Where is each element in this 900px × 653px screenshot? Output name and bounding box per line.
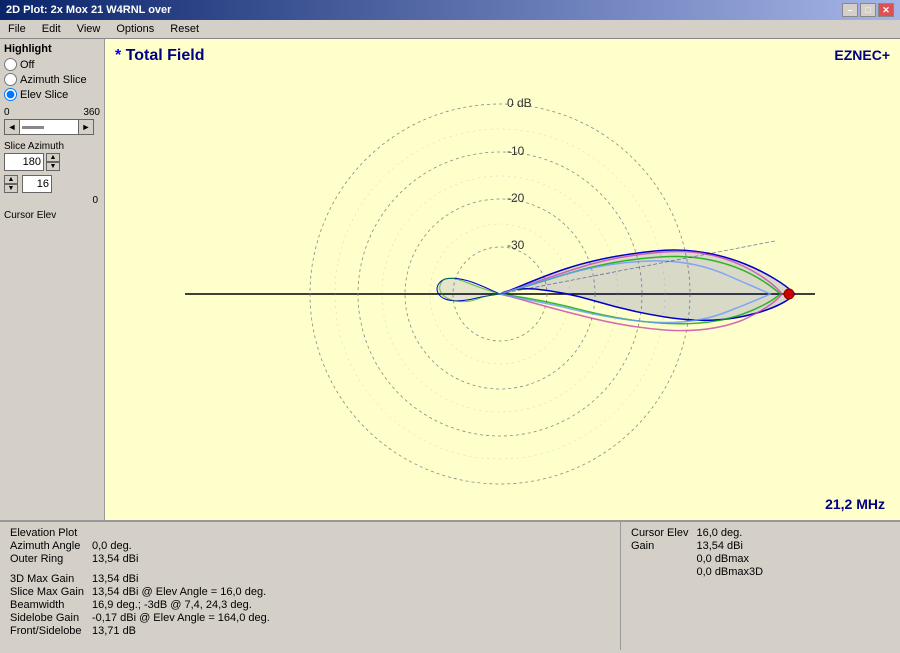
azimuth-angle-value: 0,0 deg. [92, 540, 610, 552]
radio-off-label[interactable]: Off [4, 58, 100, 71]
close-button[interactable]: ✕ [878, 3, 894, 17]
slider-arrows: ◄ ► [4, 119, 94, 135]
menu-options[interactable]: Options [112, 22, 158, 36]
svg-text:-30: -30 [507, 238, 525, 252]
plot-title: * Total Field [115, 47, 204, 65]
outer-ring-value: 13,54 dBi [92, 553, 610, 565]
slice-azimuth-label: Slice Azimuth [4, 141, 100, 152]
menu-reset[interactable]: Reset [166, 22, 203, 36]
slice-max-value: 13,54 dBi @ Elev Angle = 16,0 deg. [92, 586, 610, 598]
polar-plot-svg: 0 dB -10 -20 -30 [185, 69, 815, 519]
plot-title-asterisk: * [115, 47, 126, 64]
slider-min-label: 0 [4, 107, 10, 118]
slider-track[interactable] [20, 119, 78, 135]
dbmax3d-value: 0,0 dBmax3D [696, 566, 890, 578]
front-sidelobe-value: 13,71 dB [92, 625, 610, 637]
radio-azimuth-group: Azimuth Slice [4, 73, 100, 86]
cursor-spin-up[interactable]: ▲ [4, 175, 18, 184]
cursor-elev-label: Cursor Elev [4, 210, 100, 221]
gain-right-label: Gain [631, 540, 688, 552]
cursor-spin-buttons: ▲ ▼ [4, 175, 18, 193]
cursor-elev-right-label: Cursor Elev [631, 527, 688, 539]
plot-area: * Total Field EZNEC+ 21,2 MHz 0 dB -10 -… [105, 39, 900, 520]
eznec-label: EZNEC+ [834, 47, 890, 63]
gain-right-value: 13,54 dBi [696, 540, 890, 552]
azimuth-value-display: 180 [4, 153, 44, 171]
menu-bar: File Edit View Options Reset [0, 20, 900, 39]
elevation-plot-label: Elevation Plot [10, 527, 84, 539]
azimuth-spin: 180 ▲ ▼ [4, 153, 100, 171]
menu-file[interactable]: File [4, 22, 30, 36]
title-bar: 2D Plot: 2x Mox 21 W4RNL over – □ ✕ [0, 0, 900, 20]
radio-azimuth-label[interactable]: Azimuth Slice [4, 73, 100, 86]
window-controls: – □ ✕ [842, 3, 894, 17]
spin-min-label: 0 [4, 195, 100, 206]
status-bar: Elevation Plot Azimuth Angle 0,0 deg. Ou… [0, 520, 900, 650]
status-gap [10, 566, 610, 572]
beamwidth-value: 16,9 deg.; -3dB @ 7,4, 24,3 deg. [92, 599, 610, 611]
status-right: Cursor Elev 16,0 deg. Gain 13,54 dBi 0,0… [620, 522, 900, 650]
svg-text:0 dB: 0 dB [507, 96, 532, 110]
freq-label: 21,2 MHz [825, 496, 885, 512]
azimuth-spin-up[interactable]: ▲ [46, 153, 60, 162]
azimuth-spin-down[interactable]: ▼ [46, 162, 60, 171]
maximize-button[interactable]: □ [860, 3, 876, 17]
sidelobe-value: -0,17 dBi @ Elev Angle = 164,0 deg. [92, 612, 610, 624]
elevation-plot-value [92, 527, 610, 539]
slider-left-arrow[interactable]: ◄ [4, 119, 20, 135]
cursor-spin-down[interactable]: ▼ [4, 184, 18, 193]
dbmax-value: 0,0 dBmax [696, 553, 890, 565]
sidebar: Highlight Off Azimuth Slice Elev Slice 0… [0, 39, 105, 520]
slice-max-label: Slice Max Gain [10, 586, 84, 598]
outer-ring-label: Outer Ring [10, 553, 84, 565]
highlight-label: Highlight [4, 43, 100, 55]
dbmax3d-label [631, 566, 688, 578]
menu-view[interactable]: View [73, 22, 105, 36]
sidelobe-label: Sidelobe Gain [10, 612, 84, 624]
azimuth-angle-label: Azimuth Angle [10, 540, 84, 552]
cursor-elev-value: 16 [22, 175, 52, 193]
svg-text:-10: -10 [507, 144, 525, 158]
max-gain-label: 3D Max Gain [10, 573, 84, 585]
radio-elev-label[interactable]: Elev Slice [4, 88, 100, 101]
azimuth-spin-buttons: ▲ ▼ [46, 153, 60, 171]
cursor-elev-row: ▲ ▼ 16 [4, 175, 100, 193]
beamwidth-label: Beamwidth [10, 599, 84, 611]
cursor-elev-right-value: 16,0 deg. [696, 527, 890, 539]
max-gain-value: 13,54 dBi [92, 573, 610, 585]
slider-right-arrow[interactable]: ► [78, 119, 94, 135]
main-content: Highlight Off Azimuth Slice Elev Slice 0… [0, 39, 900, 520]
plot-title-text: Total Field [126, 47, 205, 64]
slider-container: 0 360 ◄ ► [4, 107, 100, 135]
radio-elev-input[interactable] [4, 88, 17, 101]
status-left: Elevation Plot Azimuth Angle 0,0 deg. Ou… [0, 522, 620, 650]
window-title: 2D Plot: 2x Mox 21 W4RNL over [6, 4, 171, 16]
radio-off-input[interactable] [4, 58, 17, 71]
slider-range-labels: 0 360 [4, 107, 100, 118]
slice-azimuth-section: Slice Azimuth 180 ▲ ▼ [4, 141, 100, 171]
radio-azimuth-input[interactable] [4, 73, 17, 86]
svg-text:-20: -20 [507, 191, 525, 205]
menu-edit[interactable]: Edit [38, 22, 65, 36]
radio-off-group: Off [4, 58, 100, 71]
front-sidelobe-label: Front/Sidelobe [10, 625, 84, 637]
minimize-button[interactable]: – [842, 3, 858, 17]
dbmax-label [631, 553, 688, 565]
radio-elev-group: Elev Slice [4, 88, 100, 101]
slider-max-label: 360 [83, 107, 100, 118]
